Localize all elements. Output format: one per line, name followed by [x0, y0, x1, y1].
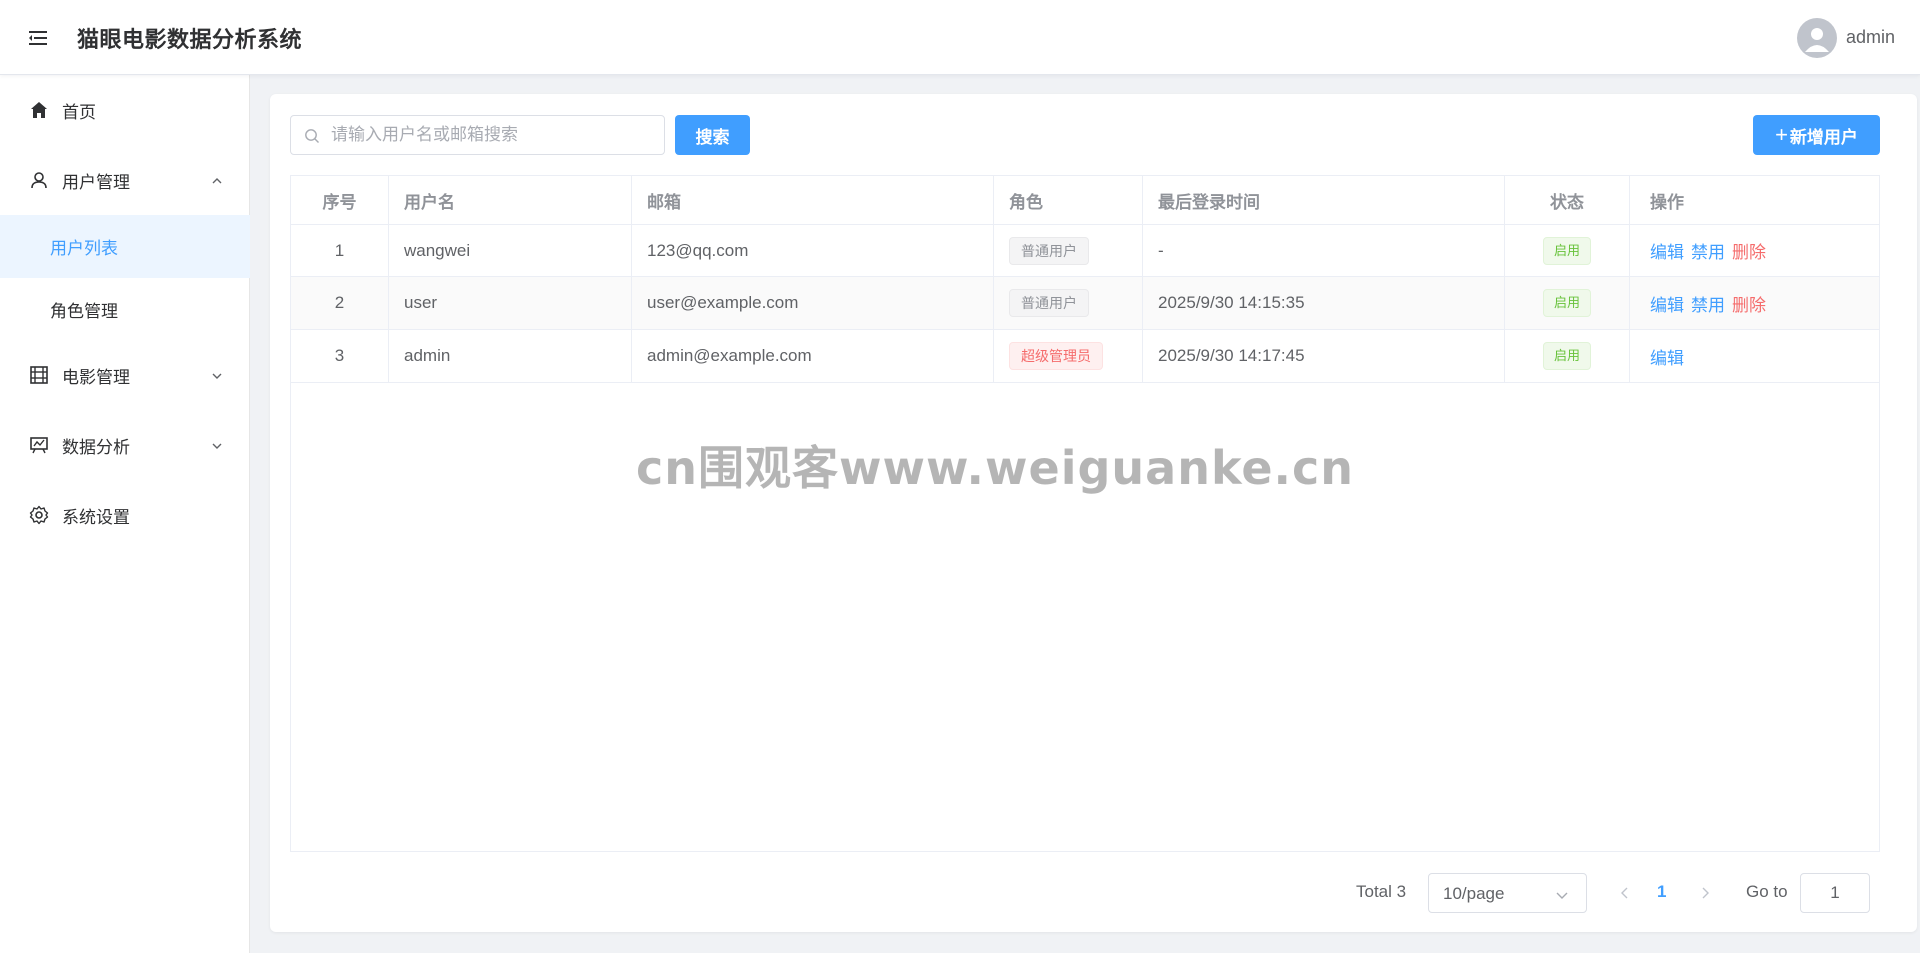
page-number-current[interactable]: 1: [1657, 882, 1666, 902]
column-header: 操作: [1650, 192, 1684, 212]
column-header: 序号: [291, 176, 389, 224]
table-row: 1 wangwei 123@qq.com 普通用户 - 启用 编辑 禁用 删除: [291, 225, 1879, 277]
table-header: 序号 用户名 邮箱 角色 最后登录时间 状态 操作: [291, 176, 1879, 225]
watermark: cn围观客www.weiguanke.cn: [636, 441, 1355, 495]
table-row: 3 admin admin@example.com 超级管理员 2025/9/3…: [291, 330, 1879, 383]
edit-button[interactable]: 编辑: [1650, 291, 1684, 316]
row-email: admin@example.com: [632, 330, 994, 382]
row-username: wangwei: [389, 225, 632, 276]
chevron-down-icon: [210, 368, 224, 382]
row-last-login: 2025/9/30 14:17:45: [1143, 330, 1505, 382]
gear-icon: [29, 505, 49, 525]
chevron-down-icon: [1555, 887, 1569, 901]
header-username[interactable]: admin: [1846, 27, 1895, 48]
column-header: 最后登录时间: [1143, 176, 1505, 224]
row-email: 123@qq.com: [632, 225, 994, 276]
row-role-cell: 普通用户: [994, 277, 1143, 329]
add-user-button[interactable]: + 新增用户: [1753, 115, 1880, 155]
page-size-value: 10/page: [1443, 884, 1505, 903]
sidebar-item-label: 数据分析: [62, 437, 130, 457]
role-tag: 普通用户: [1009, 289, 1089, 317]
plus-icon: +: [1775, 122, 1788, 147]
row-index: 2: [291, 277, 389, 329]
column-header: 邮箱: [632, 176, 994, 224]
delete-button[interactable]: 删除: [1732, 238, 1766, 263]
sidebar-item-system-settings[interactable]: 系统设置: [0, 485, 250, 545]
row-email: user@example.com: [632, 277, 994, 329]
sidebar-item-data-analysis[interactable]: 数据分析: [0, 415, 250, 475]
goto-label: Go to: [1746, 882, 1788, 901]
sidebar-item-label: 用户管理: [62, 172, 130, 192]
row-status-cell: 启用: [1505, 330, 1630, 382]
search-button[interactable]: 搜索: [675, 115, 750, 155]
sidebar-item-label: 系统设置: [62, 507, 130, 527]
role-tag: 普通用户: [1009, 236, 1089, 265]
user-icon: [29, 170, 49, 190]
chevron-down-icon: [210, 438, 224, 452]
sidebar-item-label: 首页: [62, 102, 96, 122]
row-username: admin: [389, 330, 632, 382]
sidebar-item-movie-management[interactable]: 电影管理: [0, 345, 250, 405]
delete-button[interactable]: 删除: [1732, 291, 1766, 316]
prev-page-icon[interactable]: [1617, 885, 1633, 901]
film-icon: [29, 365, 49, 385]
goto-page-input[interactable]: [1800, 873, 1870, 913]
top-header: 猫眼电影数据分析系统 admin: [0, 0, 1920, 75]
app-title: 猫眼电影数据分析系统: [77, 27, 303, 52]
page-size-select[interactable]: 10/page: [1428, 873, 1587, 913]
sidebar-item-user-management[interactable]: 用户管理: [0, 150, 250, 210]
chart-icon: [29, 435, 49, 455]
sidebar-item-label: 角色管理: [50, 302, 118, 321]
sidebar-item-user-list[interactable]: 用户列表: [0, 215, 250, 278]
edit-button[interactable]: 编辑: [1650, 344, 1684, 369]
chevron-up-icon: [210, 173, 224, 187]
disable-button[interactable]: 禁用: [1691, 291, 1725, 316]
sidebar-item-home[interactable]: 首页: [0, 80, 250, 140]
column-header: 状态: [1505, 176, 1630, 224]
sidebar-item-role-management[interactable]: 角色管理: [0, 278, 250, 341]
row-last-login: 2025/9/30 14:15:35: [1143, 277, 1505, 329]
row-username: user: [389, 277, 632, 329]
disable-button[interactable]: 禁用: [1691, 238, 1725, 263]
menu-fold-icon[interactable]: [26, 26, 50, 50]
row-index: 3: [291, 330, 389, 382]
next-page-icon[interactable]: [1697, 885, 1713, 901]
column-header: 角色: [994, 176, 1143, 224]
sidebar-item-label: 电影管理: [62, 367, 130, 387]
user-table: 序号 用户名 邮箱 角色 最后登录时间 状态 操作 1 wangwei 123@…: [290, 175, 1880, 852]
search-input-wrapper[interactable]: [290, 115, 665, 155]
row-role-cell: 超级管理员: [994, 330, 1143, 382]
sidebar: 首页 用户管理 用户列表 角色管理 电影管理 数据分析 系统设置: [0, 75, 250, 953]
row-actions: 编辑 禁用 删除: [1630, 225, 1879, 276]
home-icon: [29, 100, 49, 120]
table-row: 2 user user@example.com 普通用户 2025/9/30 1…: [291, 277, 1879, 330]
status-badge: 启用: [1542, 289, 1591, 317]
row-actions: 编辑: [1630, 330, 1879, 382]
sidebar-item-label: 用户列表: [50, 239, 118, 258]
row-last-login: -: [1143, 225, 1505, 276]
status-badge: 启用: [1542, 342, 1591, 370]
user-avatar-icon[interactable]: [1797, 18, 1837, 58]
row-status-cell: 启用: [1505, 277, 1630, 329]
row-actions: 编辑 禁用 删除: [1630, 277, 1879, 329]
search-input[interactable]: [331, 116, 656, 154]
role-tag: 超级管理员: [1009, 342, 1103, 370]
row-index: 1: [291, 225, 389, 276]
column-header: 用户名: [389, 176, 632, 224]
status-badge: 启用: [1542, 236, 1591, 265]
add-user-label: 新增用户: [1789, 127, 1858, 147]
row-role-cell: 普通用户: [994, 225, 1143, 276]
search-icon: [304, 128, 320, 144]
pagination-total: Total 3: [1356, 882, 1407, 901]
row-status-cell: 启用: [1505, 225, 1630, 276]
edit-button[interactable]: 编辑: [1650, 238, 1684, 263]
